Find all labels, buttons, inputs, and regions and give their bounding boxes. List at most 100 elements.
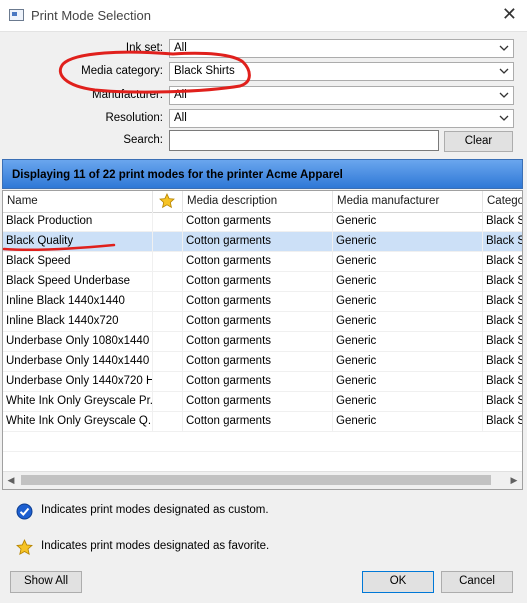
ink-set-row: Ink set: All <box>0 39 527 59</box>
resolution-label: Resolution: <box>105 112 163 124</box>
cell-media-manufacturer: Generic <box>333 212 483 231</box>
scroll-right-icon[interactable]: ▶ <box>508 474 520 486</box>
table-row[interactable]: Underbase Only 1080x1440 ... Cotton garme… <box>3 332 522 352</box>
cell-name: Inline Black 1440x1440 <box>3 292 153 311</box>
manufacturer-row: Manufacturer: All <box>0 86 527 106</box>
legend-favorite-text: Indicates print modes designated as favo… <box>41 540 270 552</box>
legend-custom-text: Indicates print modes designated as cust… <box>41 504 269 516</box>
column-header-media-description[interactable]: Media description <box>183 191 333 212</box>
cell-favorite <box>153 232 183 251</box>
resolution-dropdown[interactable]: All <box>169 109 514 128</box>
horizontal-scrollbar[interactable]: ◀ ▶ <box>3 471 522 489</box>
search-label: Search: <box>123 134 163 146</box>
cell-media-manufacturer: Generic <box>333 252 483 271</box>
media-category-label: Media category: <box>81 65 163 77</box>
table-row[interactable]: Inline Black 1440x1440 Cotton garments Gen… <box>3 292 522 312</box>
cell-name: Black Production <box>3 212 153 231</box>
cell-name: Underbase Only 1440x1440 ... <box>3 352 153 371</box>
table-row[interactable]: Black Production Cotton garments Generic Bl… <box>3 212 522 232</box>
resolution-row: Resolution: All <box>0 109 527 129</box>
search-input[interactable] <box>169 130 439 151</box>
cell-media-manufacturer: Generic <box>333 312 483 331</box>
cell-category: Black S <box>483 312 522 331</box>
cell-category: Black S <box>483 352 522 371</box>
cell-media-manufacturer: Generic <box>333 352 483 371</box>
cell-media-description: Cotton garments <box>183 272 333 291</box>
cell-category: Black S <box>483 412 522 431</box>
chevron-down-icon <box>499 45 509 51</box>
ok-button[interactable]: OK <box>362 571 434 593</box>
cell-category: Black S <box>483 272 522 291</box>
close-icon[interactable]: ✕ <box>502 5 517 23</box>
app-icon <box>9 9 24 21</box>
cell-media-manufacturer: Generic <box>333 412 483 431</box>
ink-set-value: All <box>174 42 187 54</box>
cell-favorite <box>153 392 183 411</box>
cell-favorite <box>153 252 183 271</box>
table-row[interactable]: Underbase Only 1440x720 HS Cotton garment… <box>3 372 522 392</box>
manufacturer-label: Manufacturer: <box>92 89 163 101</box>
cell-media-description: Cotton garments <box>183 352 333 371</box>
table-row[interactable]: Inline Black 1440x720 Cotton garments Gene… <box>3 312 522 332</box>
media-category-dropdown[interactable]: Black Shirts <box>169 62 514 81</box>
cell-media-description: Cotton garments <box>183 392 333 411</box>
cell-media-description: Cotton garments <box>183 292 333 311</box>
table-row[interactable]: Black Quality Cotton garments Generic Black… <box>3 232 522 252</box>
cell-name: Black Quality <box>3 232 153 251</box>
ink-set-dropdown[interactable]: All <box>169 39 514 58</box>
grid-header: Name Media description Media manufacture… <box>3 191 522 213</box>
column-header-media-manufacturer[interactable]: Media manufacturer <box>333 191 483 212</box>
scroll-thumb[interactable] <box>21 475 491 485</box>
cell-favorite <box>153 332 183 351</box>
media-category-value: Black Shirts <box>174 65 235 77</box>
cell-name: Black Speed Underbase <box>3 272 153 291</box>
column-header-favorite[interactable] <box>153 191 183 212</box>
table-row[interactable]: Black Speed Cotton garments Generic Black S <box>3 252 522 272</box>
cell-media-description: Cotton garments <box>183 332 333 351</box>
manufacturer-value: All <box>174 89 187 101</box>
resolution-value: All <box>174 112 187 124</box>
table-row[interactable]: Black Speed Underbase Cotton garments Gene… <box>3 272 522 292</box>
results-banner: Displaying 11 of 22 print modes for the … <box>2 159 523 189</box>
cell-favorite <box>153 312 183 331</box>
cell-favorite <box>153 372 183 391</box>
cell-media-manufacturer: Generic <box>333 332 483 351</box>
star-icon <box>159 193 175 209</box>
cell-media-description: Cotton garments <box>183 372 333 391</box>
table-row[interactable]: White Ink Only Greyscale Pr... Cotton gar… <box>3 392 522 412</box>
cell-media-description: Cotton garments <box>183 252 333 271</box>
table-row[interactable]: White Ink Only Greyscale Q... Cotton garm… <box>3 412 522 432</box>
cell-category: Black S <box>483 292 522 311</box>
cell-media-description: Cotton garments <box>183 312 333 331</box>
cell-category: Black S <box>483 232 522 251</box>
cell-name: Underbase Only 1080x1440 ... <box>3 332 153 351</box>
empty-row <box>3 432 522 452</box>
cell-name: Inline Black 1440x720 <box>3 312 153 331</box>
cell-category: Black S <box>483 332 522 351</box>
cell-media-description: Cotton garments <box>183 232 333 251</box>
custom-check-icon <box>16 503 33 520</box>
manufacturer-dropdown[interactable]: All <box>169 86 514 105</box>
star-icon <box>16 539 33 556</box>
cell-media-manufacturer: Generic <box>333 232 483 251</box>
title-bar: Print Mode Selection ✕ <box>0 0 527 32</box>
cell-media-manufacturer: Generic <box>333 392 483 411</box>
cell-name: Black Speed <box>3 252 153 271</box>
chevron-down-icon <box>499 92 509 98</box>
scroll-left-icon[interactable]: ◀ <box>5 474 17 486</box>
column-header-category[interactable]: Catego <box>483 191 522 212</box>
cell-category: Black S <box>483 392 522 411</box>
cell-favorite <box>153 412 183 431</box>
cell-media-description: Cotton garments <box>183 212 333 231</box>
clear-button[interactable]: Clear <box>444 131 513 152</box>
empty-row <box>3 452 522 472</box>
window-title: Print Mode Selection <box>31 8 151 23</box>
column-header-name[interactable]: Name <box>3 191 153 212</box>
chevron-down-icon <box>499 68 509 74</box>
cell-media-manufacturer: Generic <box>333 372 483 391</box>
media-category-row: Media category: Black Shirts <box>0 62 527 82</box>
cell-category: Black S <box>483 252 522 271</box>
cancel-button[interactable]: Cancel <box>441 571 513 593</box>
show-all-button[interactable]: Show All <box>10 571 82 593</box>
table-row[interactable]: Underbase Only 1440x1440 ... Cotton garme… <box>3 352 522 372</box>
